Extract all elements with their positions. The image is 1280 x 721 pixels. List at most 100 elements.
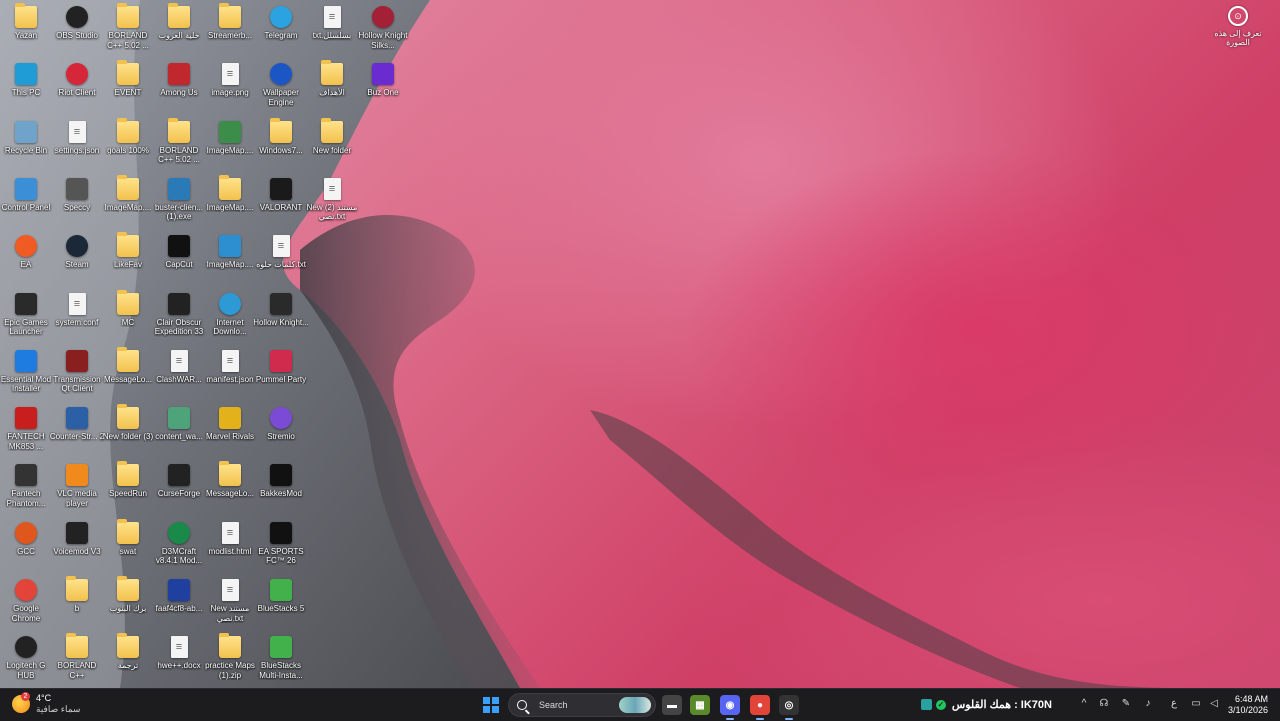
- desktop-icon[interactable]: Internet Downlo...: [204, 291, 256, 347]
- desktop-icon[interactable]: Clair Obscur Expedition 33: [153, 291, 205, 347]
- start-button[interactable]: [483, 697, 499, 713]
- taskbar-app-discord-icon[interactable]: ◉: [720, 695, 740, 720]
- desktop-icon[interactable]: Wallpaper Engine: [255, 61, 307, 117]
- taskbar-search[interactable]: [508, 693, 656, 717]
- desktop-icon[interactable]: D3MCraft v8.4.1 Mod...: [153, 520, 205, 576]
- desktop-icon[interactable]: Buz One: [357, 61, 409, 117]
- desktop-icon[interactable]: MC: [102, 289, 154, 347]
- desktop-icon[interactable]: swat: [102, 518, 154, 576]
- desktop-icon[interactable]: Streamerb...: [204, 3, 256, 60]
- desktop-icon[interactable]: practice Maps (1).zip: [204, 633, 256, 690]
- desktop-icon[interactable]: SpeedRun: [102, 461, 154, 518]
- desktop-icon[interactable]: BlueStacks Multi-Insta...: [255, 634, 307, 690]
- language-indicator[interactable]: ع: [1168, 698, 1180, 710]
- desktop-icon[interactable]: ImageMap....: [204, 174, 256, 232]
- desktop-icon[interactable]: Epic Games Launcher: [0, 291, 52, 347]
- taskbar-app-minecraft-icon[interactable]: ▦: [690, 695, 710, 715]
- desktop-icon[interactable]: Yazan: [0, 3, 52, 60]
- desktop-icon[interactable]: ترجمة: [102, 633, 154, 690]
- desktop-icon[interactable]: MessageLo...: [204, 461, 256, 518]
- desktop-icon[interactable]: GCC: [0, 520, 52, 576]
- stream-status[interactable]: ✓ همك القلوس : IK70N: [920, 698, 1052, 711]
- volume-icon[interactable]: ◁: [1208, 698, 1220, 710]
- desktop-icon[interactable]: faaf4cf8-ab...: [153, 577, 205, 633]
- desktop-icon[interactable]: ≡ ClashWAR...: [153, 348, 205, 404]
- pen-icon[interactable]: ✎: [1120, 698, 1132, 710]
- desktop-icon[interactable]: Google Chrome: [0, 577, 52, 633]
- desktop-icon[interactable]: ImageMap....: [204, 119, 256, 175]
- taskbar-app-file-explorer-icon[interactable]: ▬: [662, 695, 682, 715]
- desktop-icon[interactable]: Steam: [51, 233, 103, 289]
- desktop-icon[interactable]: EVENT: [102, 60, 154, 117]
- taskbar-clock[interactable]: 6:48 AM 3/10/2026: [1228, 694, 1268, 716]
- desktop-icon[interactable]: Logitech G HUB: [0, 634, 52, 690]
- desktop-icon[interactable]: Transmission Qt Client: [51, 348, 103, 404]
- desktop-icon[interactable]: EA: [0, 233, 52, 289]
- desktop-icon[interactable]: Among Us: [153, 61, 205, 117]
- taskbar-app-wireless-icon[interactable]: ◎: [779, 695, 799, 720]
- desktop-icon[interactable]: Pummel Party: [255, 348, 307, 404]
- desktop-icon[interactable]: content_wa...: [153, 405, 205, 461]
- desktop-icon[interactable]: buster-clien... (1).exe: [153, 176, 205, 232]
- desktop-icon[interactable]: خلية العروب: [153, 3, 205, 60]
- desktop-icon[interactable]: Speccy: [51, 176, 103, 232]
- headset-icon[interactable]: ☊: [1098, 698, 1110, 710]
- desktop-icon[interactable]: ≡ image.png: [204, 61, 256, 117]
- search-input[interactable]: [537, 699, 621, 711]
- desktop-icon[interactable]: BORLAND C++ 5.02 ...: [153, 117, 205, 175]
- desktop-icon[interactable]: OBS Studio: [51, 4, 103, 60]
- folder-icon: [117, 174, 139, 200]
- weather-widget[interactable]: 2 4°C سماء صافية: [12, 692, 80, 715]
- desktop-icon[interactable]: Telegram: [255, 4, 307, 60]
- desktop-icon[interactable]: EA SPORTS FC™ 26: [255, 520, 307, 576]
- desktop-icon[interactable]: ≡ New مستند (2) نصي.txt: [306, 176, 358, 232]
- desktop-icon[interactable]: Counter-Str... 2: [50, 405, 104, 461]
- spotlight-widget[interactable]: ⊙ تعرف إلى هذه الصورة: [1210, 6, 1266, 47]
- desktop-icon[interactable]: VLC media player: [51, 462, 103, 518]
- desktop-icon[interactable]: BakkesMod: [255, 462, 307, 518]
- desktop-icon[interactable]: الأهداف: [306, 60, 358, 117]
- desktop-icon[interactable]: ≡ modlist.html: [204, 520, 256, 576]
- desktop-icon[interactable]: ≡ hwe++.docx: [153, 634, 205, 690]
- desktop-icon[interactable]: Fantech Phantom...: [0, 462, 52, 518]
- desktop-icon[interactable]: Hollow Knight Silks...: [357, 4, 409, 60]
- desktop-icon[interactable]: ≡ settings.json: [51, 119, 103, 175]
- desktop-icon[interactable]: This PC: [0, 61, 52, 117]
- desktop-icon[interactable]: BORLAND C++: [51, 633, 103, 690]
- desktop-icon[interactable]: ≡ manifest.json: [204, 348, 256, 404]
- desktop-icon[interactable]: ImageMap....: [102, 174, 154, 232]
- desktop-icon[interactable]: Voicemod V3: [51, 520, 103, 576]
- desktop-icon[interactable]: MessageLo...: [102, 346, 154, 404]
- desktop-icon[interactable]: BlueStacks 5: [255, 577, 307, 633]
- desktop-icon[interactable]: ≡ system.conf: [51, 291, 103, 347]
- desktop-icon[interactable]: New folder: [306, 117, 358, 175]
- desktop-icon-label: الأهداف: [319, 88, 345, 98]
- desktop-icon[interactable]: Recycle Bin: [0, 119, 52, 175]
- network-icon[interactable]: ▭: [1190, 698, 1202, 710]
- desktop-icon[interactable]: Windows7...: [255, 117, 307, 175]
- desktop-icon[interactable]: BORLAND C++ 5.02 ...: [102, 3, 154, 60]
- desktop-icon[interactable]: Essential Mod Installer: [0, 348, 52, 404]
- desktop-icon[interactable]: برك البنوب: [102, 576, 154, 633]
- desktop-icon[interactable]: VALORANT: [255, 176, 307, 232]
- desktop-icon[interactable]: Control Panel: [0, 176, 52, 232]
- desktop-icon[interactable]: CapCut: [153, 233, 205, 289]
- desktop-icon[interactable]: goals 100%: [102, 117, 154, 175]
- desktop-icon[interactable]: Marvel Rivals: [204, 405, 256, 461]
- desktop-icon[interactable]: ≡ New مستند نصي.txt: [204, 577, 256, 633]
- desktop-icon[interactable]: ImageMap....: [204, 233, 256, 289]
- tray-overflow-chevron-icon[interactable]: ^: [1078, 698, 1090, 710]
- desktop-icon[interactable]: LikeFav: [102, 232, 154, 289]
- taskbar-app-chrome-icon[interactable]: ●: [750, 695, 770, 720]
- microphone-icon[interactable]: ♪: [1142, 698, 1154, 710]
- desktop-icon[interactable]: Hollow Knight...: [253, 291, 309, 347]
- desktop-icon[interactable]: ≡ كلمات حلوه.txt: [255, 233, 307, 289]
- desktop-icon[interactable]: Riot Client: [51, 61, 103, 117]
- desktop-icon[interactable]: Stremio: [255, 405, 307, 461]
- desktop-icon[interactable]: CurseForge: [153, 462, 205, 518]
- desktop-icon[interactable]: FANTECH MK853 ...: [0, 405, 52, 461]
- desktop-icon-label: D3MCraft v8.4.1 Mod...: [155, 546, 203, 566]
- desktop-icon[interactable]: New folder (3): [102, 404, 154, 461]
- desktop-icon[interactable]: ≡ txt.بسلسلل: [306, 4, 358, 60]
- desktop-icon[interactable]: b: [51, 576, 103, 633]
